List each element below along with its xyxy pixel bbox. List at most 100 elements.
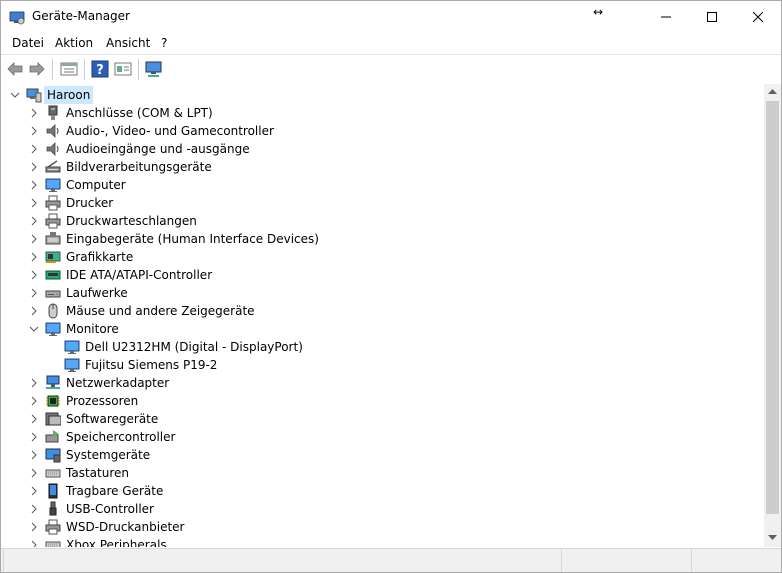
tree-category[interactable]: Netzwerkadapter: [1, 374, 764, 392]
menu-datei[interactable]: Datei: [12, 36, 44, 50]
tree-category[interactable]: Systemgeräte: [1, 446, 764, 464]
chevron-right-icon[interactable]: [29, 270, 39, 280]
chevron-down-icon[interactable]: [29, 324, 39, 334]
tree-category[interactable]: Tragbare Geräte: [1, 482, 764, 500]
chevron-right-icon[interactable]: [29, 306, 39, 316]
tree-category[interactable]: Softwaregeräte: [1, 410, 764, 428]
chevron-right-icon[interactable]: [29, 450, 39, 460]
tree-category-label: Tragbare Geräte: [66, 484, 164, 498]
scan-hardware-icon[interactable]: [145, 60, 163, 78]
tree-category-label: Drucker: [66, 196, 114, 210]
tree-root[interactable]: Haroon: [1, 86, 764, 104]
chevron-right-icon[interactable]: [29, 486, 39, 496]
tree-category-label: WSD-Druckanbieter: [66, 520, 185, 534]
keyboard-icon: [45, 469, 61, 478]
close-button[interactable]: [735, 1, 781, 32]
tree-category[interactable]: Mäuse und andere Zeigegeräte: [1, 302, 764, 320]
port-icon: [48, 105, 58, 120]
toolbar-separator: [52, 59, 53, 80]
tree-category-label: USB-Controller: [66, 502, 154, 516]
properties-icon[interactable]: [60, 60, 78, 78]
chevron-right-icon[interactable]: [29, 540, 39, 547]
tree-category-label: Computer: [66, 178, 126, 192]
forward-arrow-icon[interactable]: [28, 60, 46, 78]
system-device-icon: [45, 448, 61, 463]
minimize-button[interactable]: [643, 1, 689, 32]
device-tree[interactable]: Haroon Anschlüsse (COM & LPT) Audio-, Vi…: [1, 84, 764, 547]
monitor-icon: [64, 340, 80, 354]
tree-category[interactable]: Audio-, Video- und Gamecontroller: [1, 122, 764, 140]
tree-category[interactable]: Grafikkarte: [1, 248, 764, 266]
tree-category[interactable]: Tastaturen: [1, 464, 764, 482]
tree-category[interactable]: Speichercontroller: [1, 428, 764, 446]
chevron-right-icon[interactable]: [29, 414, 39, 424]
chevron-right-icon[interactable]: [29, 378, 39, 388]
update-driver-icon[interactable]: [114, 60, 132, 78]
tree-category-label: Bildverarbeitungsgeräte: [66, 160, 212, 174]
chevron-right-icon[interactable]: [29, 432, 39, 442]
window-title: Geräte-Manager: [32, 9, 130, 23]
minimize-icon: [661, 16, 671, 17]
tree-category-label: Audioeingänge und -ausgänge: [66, 142, 250, 156]
toolbar-separator: [84, 59, 85, 80]
chevron-right-icon[interactable]: [29, 396, 39, 406]
back-arrow-icon[interactable]: [6, 60, 24, 78]
title-bar[interactable]: Geräte-Manager ↔: [1, 1, 781, 32]
tree-category-label: Softwaregeräte: [66, 412, 159, 426]
tree-device[interactable]: Fujitsu Siemens P19-2: [1, 356, 764, 374]
status-pane-divider: [561, 549, 562, 572]
tree-device[interactable]: Dell U2312HM (Digital - DisplayPort): [1, 338, 764, 356]
scrollbar-thumb[interactable]: [766, 101, 779, 514]
tree-category[interactable]: Xbox Peripherals: [1, 536, 764, 547]
vertical-scrollbar[interactable]: [764, 84, 781, 547]
chevron-right-icon[interactable]: [29, 234, 39, 244]
tree-category[interactable]: Computer: [1, 176, 764, 194]
chevron-right-icon[interactable]: [29, 126, 39, 136]
chevron-right-icon[interactable]: [29, 468, 39, 478]
processor-icon: [46, 395, 60, 407]
software-device-icon: [45, 412, 61, 426]
chevron-down-icon[interactable]: [10, 90, 20, 100]
tree-category[interactable]: WSD-Druckanbieter: [1, 518, 764, 536]
chevron-right-icon[interactable]: [29, 504, 39, 514]
chevron-right-icon[interactable]: [29, 252, 39, 262]
tree-category-label: Druckwarteschlangen: [66, 214, 197, 228]
menu-aktion[interactable]: Aktion: [55, 36, 93, 50]
tree-category-label: Mäuse und andere Zeigegeräte: [66, 304, 255, 318]
toolbar: ?: [1, 54, 781, 85]
maximize-button[interactable]: [689, 1, 735, 32]
tree-category[interactable]: Drucker: [1, 194, 764, 212]
chevron-right-icon[interactable]: [29, 162, 39, 172]
help-icon[interactable]: ?: [91, 60, 109, 78]
tree-category[interactable]: Laufwerke: [1, 284, 764, 302]
tree-category-label: Anschlüsse (COM & LPT): [66, 106, 213, 120]
close-icon: [753, 11, 763, 22]
ide-icon: [45, 270, 61, 280]
tree-category[interactable]: Audioeingänge und -ausgänge: [1, 140, 764, 158]
tree-category[interactable]: Anschlüsse (COM & LPT): [1, 104, 764, 122]
monitor-icon: [45, 322, 61, 336]
menu-ansicht[interactable]: Ansicht: [106, 36, 150, 50]
tree-category[interactable]: IDE ATA/ATAPI-Controller: [1, 266, 764, 284]
tree-category[interactable]: USB-Controller: [1, 500, 764, 518]
tree-category[interactable]: Monitore: [1, 320, 764, 338]
chevron-right-icon[interactable]: [29, 144, 39, 154]
printer-icon: [45, 519, 61, 535]
menu-help[interactable]: ?: [161, 36, 167, 50]
scroll-up-icon[interactable]: [768, 89, 777, 95]
chevron-right-icon[interactable]: [29, 216, 39, 226]
chevron-right-icon[interactable]: [29, 522, 39, 532]
scroll-down-icon[interactable]: [768, 535, 777, 541]
tree-category-label: Prozessoren: [66, 394, 139, 408]
tree-category[interactable]: Bildverarbeitungsgeräte: [1, 158, 764, 176]
chevron-right-icon[interactable]: [29, 288, 39, 298]
tree-category[interactable]: Eingabegeräte (Human Interface Devices): [1, 230, 764, 248]
tree-category-label: Grafikkarte: [66, 250, 134, 264]
storage-controller-icon: [45, 430, 59, 443]
network-icon: [46, 375, 60, 389]
tree-category[interactable]: Prozessoren: [1, 392, 764, 410]
chevron-right-icon[interactable]: [29, 108, 39, 118]
chevron-right-icon[interactable]: [29, 180, 39, 190]
tree-category[interactable]: Druckwarteschlangen: [1, 212, 764, 230]
chevron-right-icon[interactable]: [29, 198, 39, 208]
